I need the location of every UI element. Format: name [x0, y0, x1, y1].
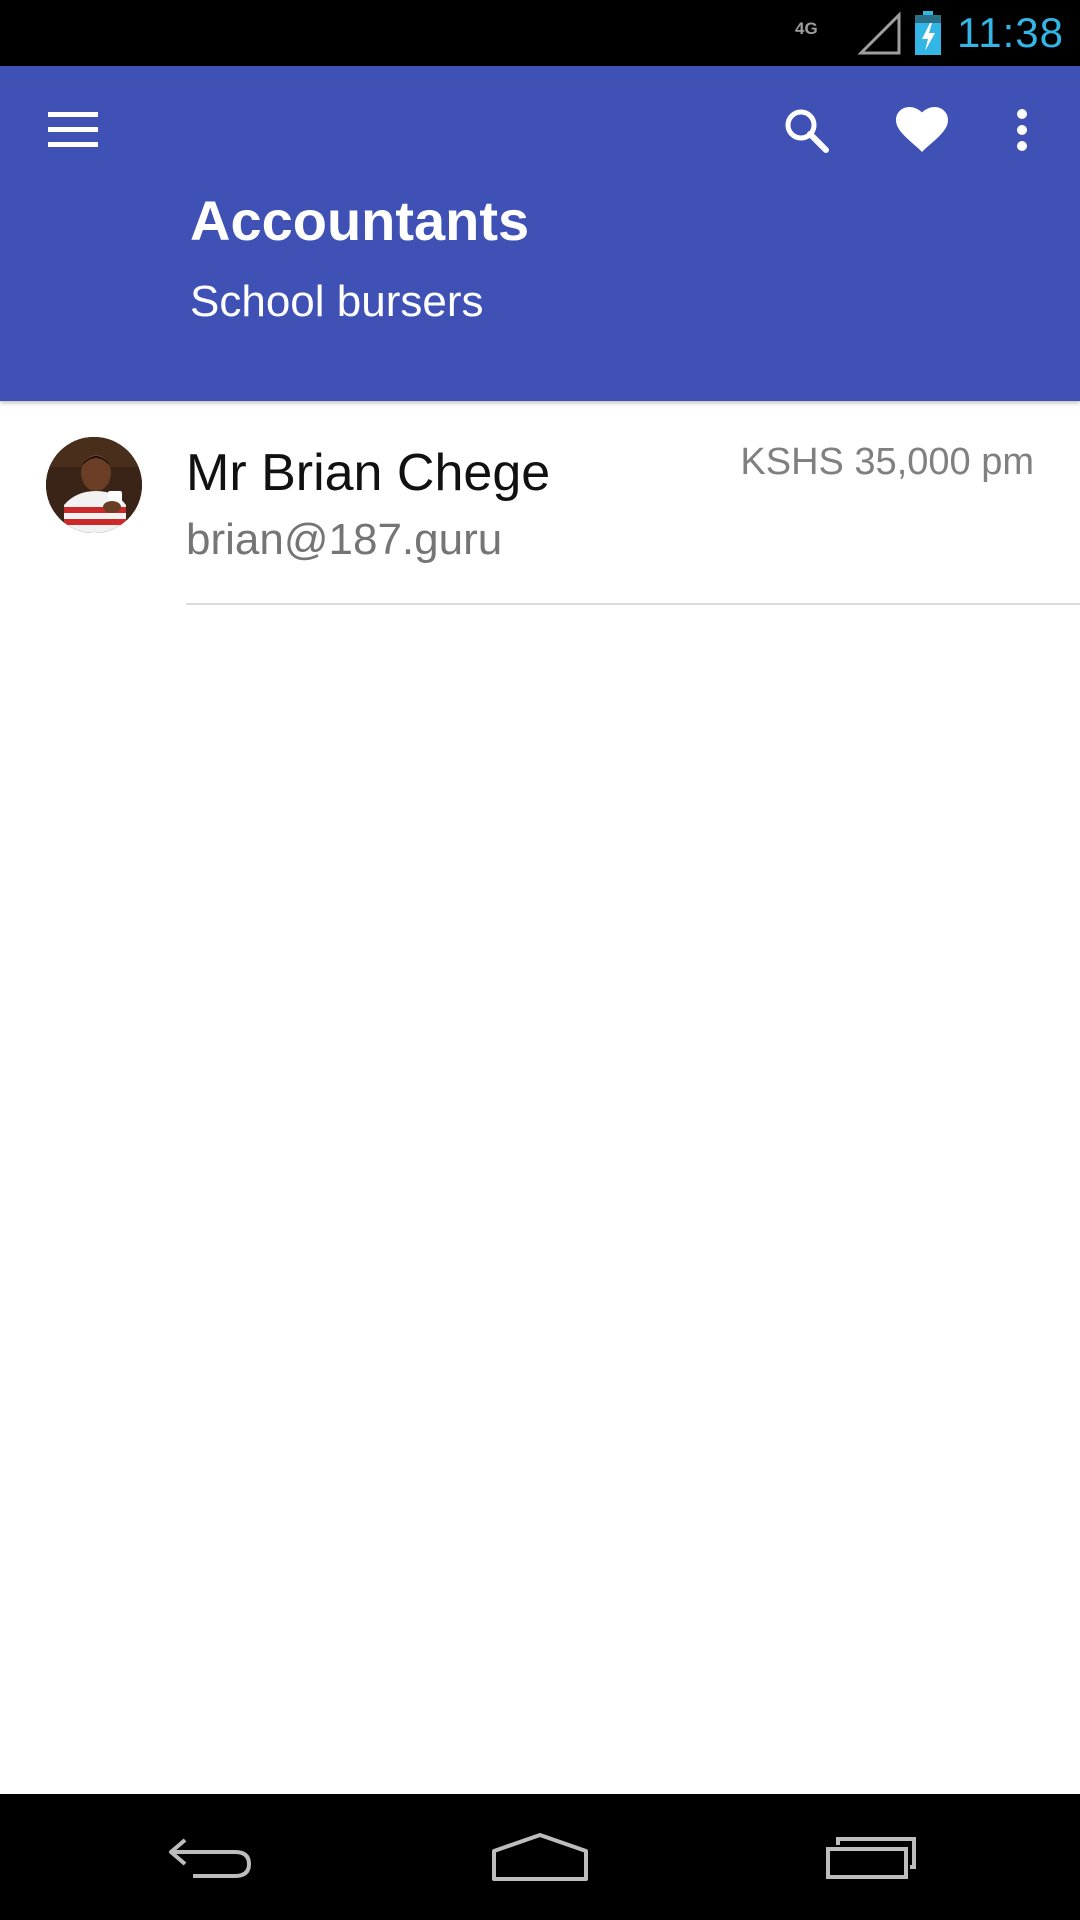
list-divider: [186, 603, 1080, 605]
network-type-label: 4G: [795, 19, 818, 38]
contact-list: Mr Brian Chege brian@187.guru KSHS 35,00…: [0, 401, 1080, 605]
back-button[interactable]: [150, 1818, 270, 1896]
home-button[interactable]: [480, 1818, 600, 1896]
contact-name: Mr Brian Chege: [186, 444, 551, 502]
contact-salary: KSHS 35,000 pm: [740, 441, 1034, 483]
battery-charging-icon: [915, 11, 941, 55]
favorite-button[interactable]: [892, 100, 952, 160]
search-button[interactable]: [776, 100, 836, 160]
home-icon: [492, 1833, 588, 1881]
page-title: Accountants: [190, 189, 530, 252]
app-toolbar: Accountants School bursers: [0, 66, 1080, 401]
overflow-menu-button[interactable]: [1000, 100, 1044, 160]
status-clock: 11:38: [957, 9, 1064, 56]
search-icon: [785, 109, 829, 153]
list-item[interactable]: Mr Brian Chege brian@187.guru KSHS 35,00…: [0, 401, 1080, 605]
signal-icon: 4G: [795, 11, 901, 55]
avatar: [46, 437, 142, 533]
menu-button[interactable]: [40, 100, 108, 160]
menu-icon: [48, 112, 98, 147]
more-vert-icon: [1017, 109, 1027, 151]
system-navigation-bar: [0, 1794, 1080, 1920]
contact-email: brian@187.guru: [186, 515, 503, 564]
status-bar: 4G 11:38: [0, 0, 1080, 66]
status-icons: 4G 11:38: [795, 0, 1064, 66]
heart-icon: [896, 107, 948, 152]
recents-icon: [826, 1837, 916, 1879]
back-icon: [169, 1838, 252, 1878]
page-subtitle: School bursers: [190, 277, 484, 326]
recents-button[interactable]: [812, 1818, 932, 1896]
